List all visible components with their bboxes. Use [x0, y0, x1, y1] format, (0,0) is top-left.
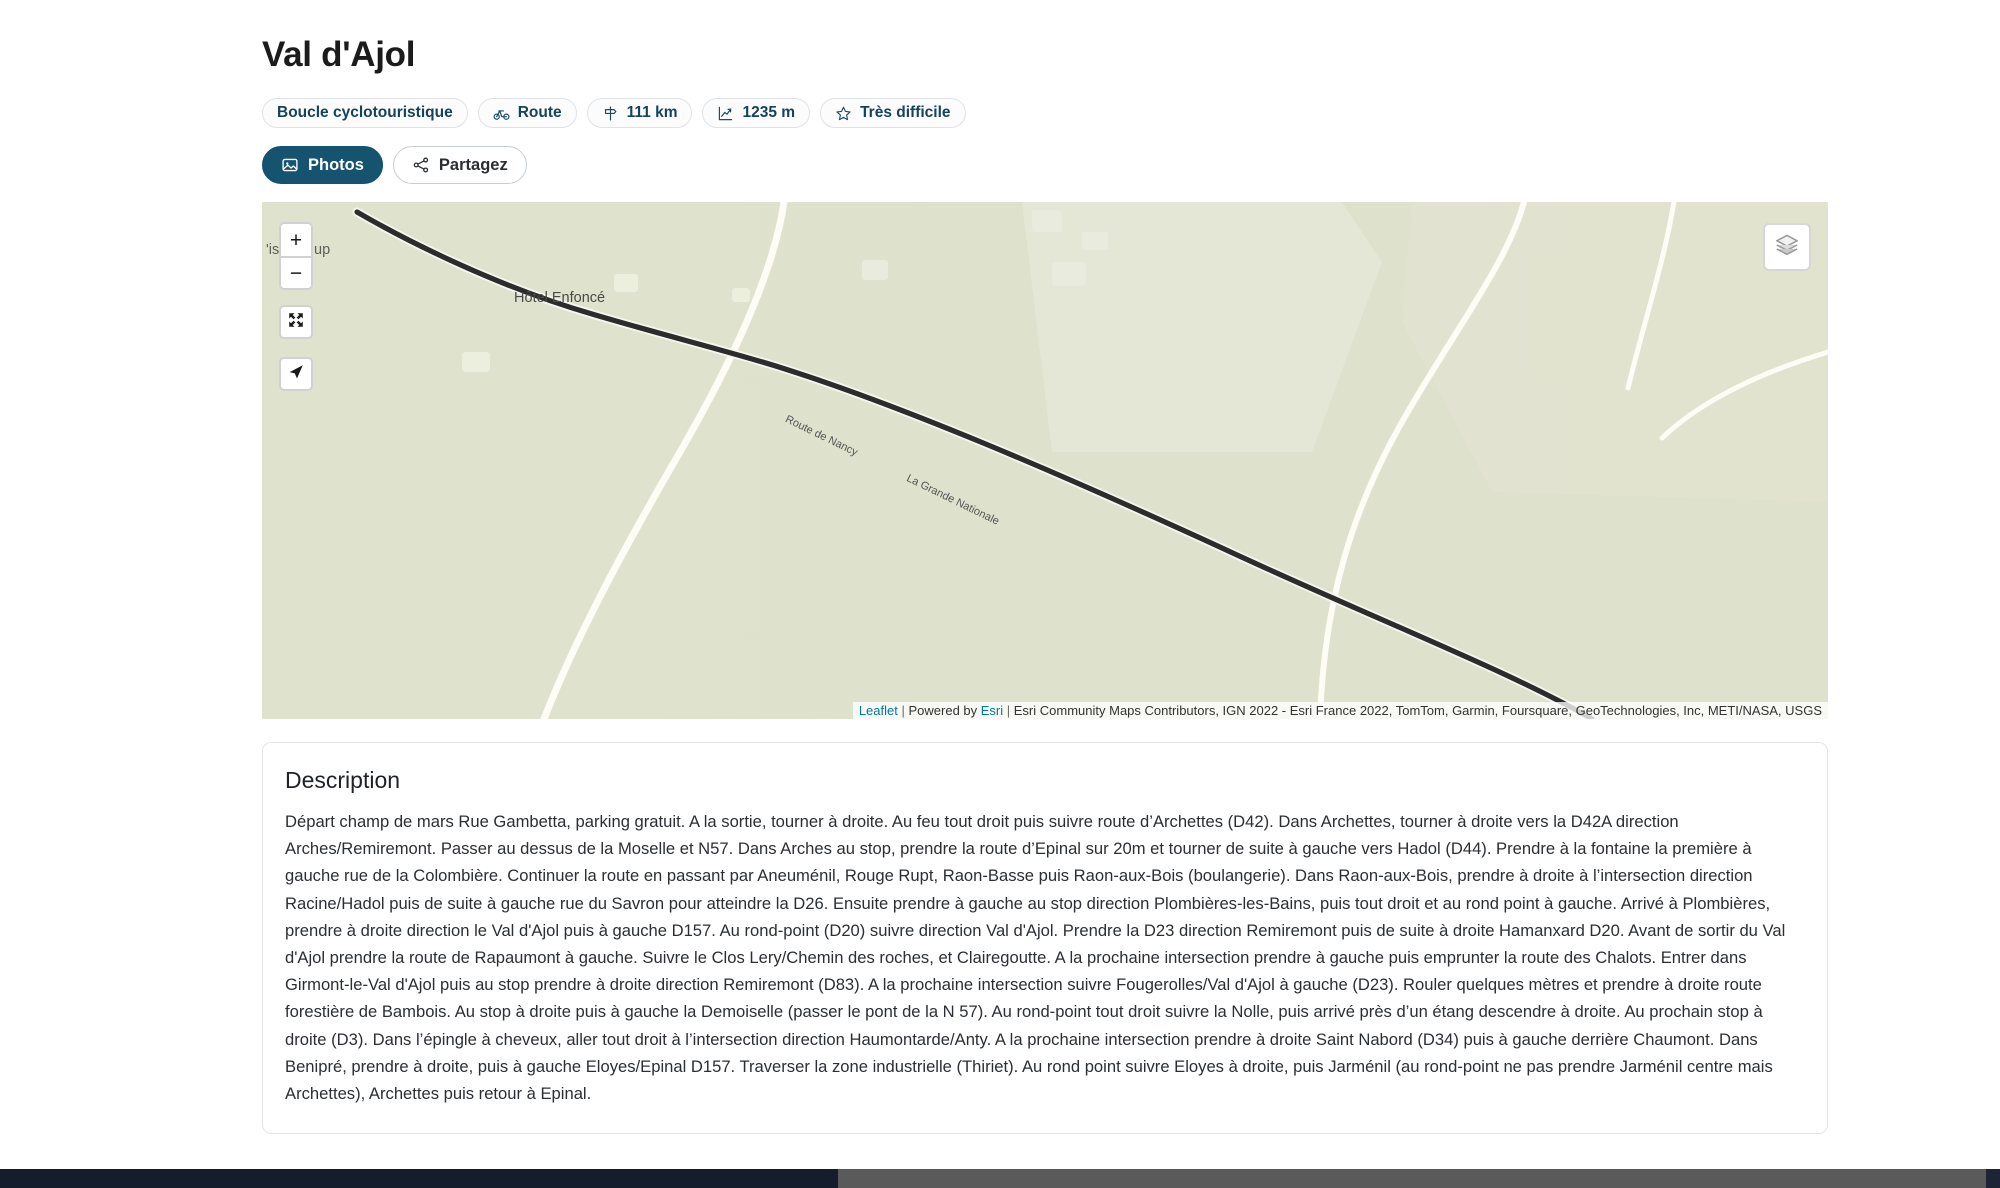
expand-arrows-icon — [287, 311, 305, 333]
fullscreen-button[interactable] — [279, 305, 313, 339]
taskbar-segment-right — [1986, 1169, 2000, 1188]
action-buttons: Photos Partagez — [262, 146, 1828, 184]
os-taskbar-sliver — [0, 1169, 2000, 1188]
badge-label: 111 km — [626, 104, 678, 121]
badge-difficulty: Très difficile — [820, 98, 966, 128]
image-icon — [281, 156, 299, 174]
page-root: Val d'Ajol Boucle cyclotouristique Route — [0, 0, 2000, 1188]
esri-link[interactable]: Esri — [981, 703, 1003, 718]
share-button[interactable]: Partagez — [392, 146, 527, 184]
description-heading: Description — [285, 767, 401, 793]
badge-label: Boucle cyclotouristique — [277, 104, 453, 121]
star-icon — [835, 105, 852, 122]
badge-label: Très difficile — [860, 104, 951, 121]
attribution-powered-by: Powered by — [908, 703, 978, 718]
content-column: Val d'Ajol Boucle cyclotouristique Route — [262, 0, 1828, 1135]
description-text: Départ champ de mars Rue Gambetta, parki… — [285, 812, 1786, 1104]
photos-button-label: Photos — [308, 155, 364, 174]
taskbar-segment-middle — [838, 1169, 1986, 1188]
zoom-in-button[interactable]: + — [279, 222, 313, 256]
leaflet-link[interactable]: Leaflet — [859, 703, 898, 718]
taskbar-segment-left — [0, 1169, 838, 1188]
page-title: Val d'Ajol — [262, 35, 416, 74]
map-attribution: Leaflet | Powered by Esri | Esri Communi… — [852, 702, 1828, 719]
photos-button[interactable]: Photos — [262, 146, 383, 184]
map-zoom-controls: + − — [279, 222, 313, 290]
share-button-label: Partagez — [438, 155, 508, 174]
attribution-credits: Esri Community Maps Contributors, IGN 20… — [1013, 703, 1822, 718]
locate-button[interactable] — [279, 357, 313, 391]
elevation-chart-icon — [717, 105, 734, 122]
map-locate-control — [279, 357, 313, 391]
layers-button[interactable] — [1763, 223, 1811, 271]
badge-label: Route — [517, 104, 562, 121]
route-attribute-badges: Boucle cyclotouristique Route 111 km 123… — [262, 98, 1828, 128]
signpost-icon — [602, 105, 619, 122]
zoom-out-button[interactable]: − — [279, 256, 313, 290]
map-viewport[interactable]: 'is up Hôtel Enfoncé Route de Nancy La G… — [262, 202, 1828, 719]
map-fullscreen-control — [279, 305, 313, 339]
bicycle-icon — [493, 105, 510, 122]
description-card: Description Départ champ de mars Rue Gam… — [262, 742, 1828, 1135]
map-layers-control — [1763, 223, 1811, 271]
badge-surface: Route — [477, 98, 577, 128]
badge-label: 1235 m — [742, 104, 796, 121]
layers-icon — [1774, 232, 1800, 262]
badge-distance: 111 km — [586, 98, 693, 128]
map-tiles — [262, 202, 1828, 719]
share-icon — [412, 156, 430, 174]
navigation-arrow-icon — [287, 363, 305, 385]
badge-route-type: Boucle cyclotouristique — [262, 98, 468, 128]
badge-elevation: 1235 m — [702, 98, 811, 128]
